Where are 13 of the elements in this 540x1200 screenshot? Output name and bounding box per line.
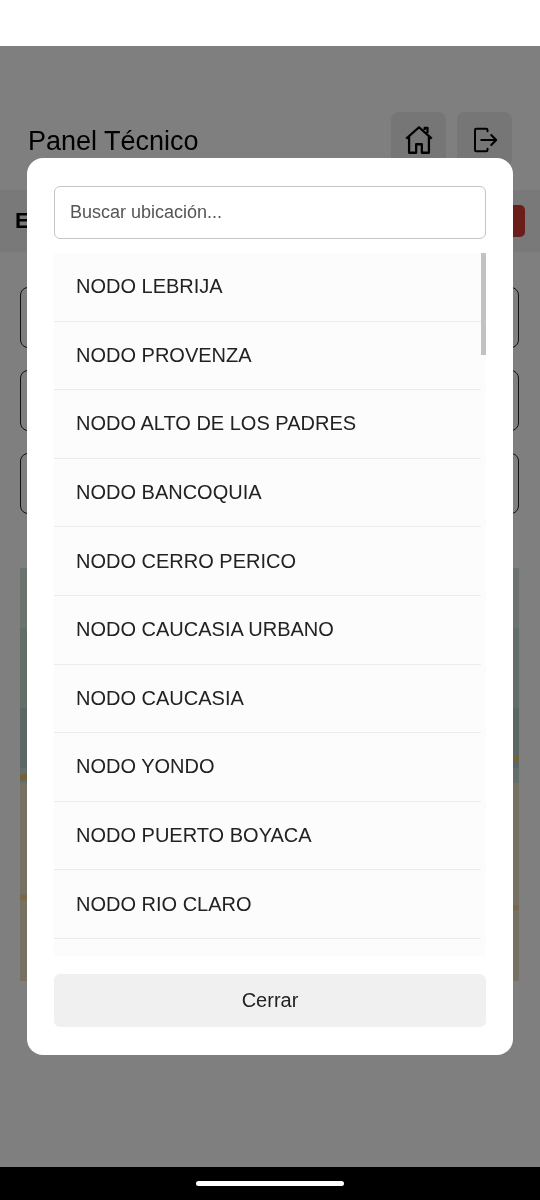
location-item[interactable]: NODO CAUCASIA URBANO — [54, 595, 481, 665]
location-item[interactable]: NODO ALTO DE LOS PADRES — [54, 390, 481, 459]
close-button[interactable]: Cerrar — [54, 974, 486, 1027]
location-item[interactable]: NODO CAUCASIA — [54, 664, 481, 734]
location-item[interactable]: NODO YONDO — [54, 733, 481, 802]
location-item[interactable]: NODO RIO CLARO — [54, 870, 481, 939]
page-title: Panel Técnico — [28, 126, 199, 157]
location-item[interactable]: NODO CERRO PERICO — [54, 527, 481, 596]
location-item[interactable]: NODO PROVENZA — [54, 321, 481, 391]
location-item[interactable]: NODO BANCOQUIA — [54, 458, 481, 528]
scrollbar[interactable] — [481, 253, 486, 355]
search-field[interactable]: Buscar ubicación... — [54, 186, 486, 239]
location-item[interactable]: NODO PUERTO BOYACA — [54, 801, 481, 871]
